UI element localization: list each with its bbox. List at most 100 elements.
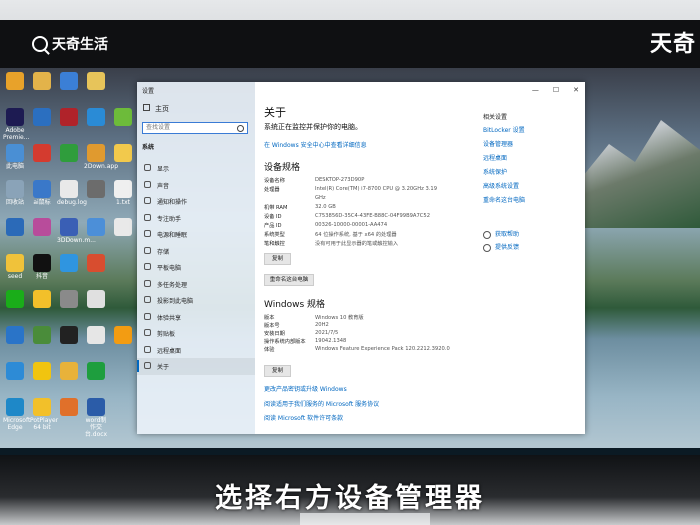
license-terms-link[interactable]: 阅读 Microsoft 软件许可条款 [264, 413, 343, 422]
about-page: — ☐ ✕ 关于 系统正在监控并保护你的电脑。 在 Windows 安全中心中查… [255, 82, 585, 434]
settings-search-input[interactable]: 查找设置 [142, 122, 248, 134]
desktop-icon-graphic [60, 218, 78, 236]
desktop-icon[interactable] [111, 108, 135, 127]
nav-item[interactable]: 平板电脑 [137, 259, 255, 276]
desktop-icon[interactable] [57, 326, 81, 345]
nav-home[interactable]: 主页 [155, 104, 169, 114]
remote-desktop-link[interactable]: 远程桌面 [483, 153, 507, 162]
rename-pc-link[interactable]: 重命名这台电脑 [483, 195, 525, 204]
desktop-icon[interactable]: 抖音 [30, 254, 54, 280]
spec-value: 64 位操作系统, 基于 x64 的处理器 [315, 232, 397, 238]
desktop-icon[interactable] [84, 218, 108, 237]
desktop-icon[interactable]: 3DDown.m... [57, 218, 96, 244]
desktop-icon[interactable]: 此电脑 [3, 144, 27, 170]
nav-item[interactable]: 显示 [137, 160, 255, 177]
rename-pc-button[interactable]: 重命名这台电脑 [264, 274, 314, 286]
desktop-icon[interactable] [111, 218, 135, 237]
advanced-system-settings-link[interactable]: 高级系统设置 [483, 181, 519, 190]
desktop-icon[interactable] [30, 218, 54, 237]
desktop-icon-graphic [114, 108, 132, 126]
desktop-icon[interactable]: Adobe Premie... [3, 108, 29, 141]
desktop-icon[interactable] [84, 180, 108, 199]
desktop-icon[interactable] [84, 326, 108, 345]
desktop-icon[interactable] [30, 108, 54, 127]
desktop-icon[interactable] [57, 254, 81, 273]
desktop-icon[interactable] [84, 72, 108, 91]
desktop-icon[interactable]: seed [3, 254, 27, 280]
desktop-icon[interactable]: PotPlayer 64 bit [30, 398, 59, 431]
desktop-icon[interactable] [57, 290, 81, 309]
desktop-icon-label: 此电脑 [5, 163, 24, 170]
nav-item[interactable]: 专注助手 [137, 210, 255, 227]
nav-item[interactable]: 通知和操作 [137, 193, 255, 210]
search-placeholder: 查找设置 [146, 124, 171, 131]
close-button[interactable]: ✕ [573, 86, 579, 94]
desktop-icon[interactable] [57, 72, 81, 91]
desktop-icon-label: PotPlayer 64 bit [30, 417, 59, 431]
change-product-key-link[interactable]: 更改产品密钥或升级 Windows [264, 384, 347, 393]
copy-device-specs-button[interactable]: 复制 [264, 253, 291, 265]
device-manager-link[interactable]: 设备管理器 [483, 139, 513, 148]
desktop-icon[interactable] [111, 326, 135, 345]
spec-key: 系统类型 [264, 232, 285, 238]
nav-item[interactable]: 声音 [137, 177, 255, 194]
spec-value: 没有可用于此显示器的笔或触控输入 [315, 241, 399, 247]
minimize-button[interactable]: — [532, 86, 539, 94]
desktop-icon-grid: Adobe Premie... 此电脑 2Down.app 回收站 ai鼠标 debug.… [0, 68, 140, 455]
desktop-icon[interactable] [57, 398, 81, 417]
desktop-icon[interactable] [30, 326, 54, 345]
nav-item[interactable]: 投影到此电脑 [137, 292, 255, 309]
desktop-icon[interactable] [111, 144, 135, 163]
taskbar[interactable] [0, 448, 700, 455]
nav-item[interactable]: 剪贴板 [137, 325, 255, 342]
desktop-icon[interactable] [84, 290, 108, 309]
windows-specs-heading: Windows 规格 [264, 300, 326, 310]
desktop-icon[interactable] [30, 144, 54, 163]
remote-desktop-icon [144, 345, 151, 353]
give-feedback-link[interactable]: 提供反馈 [483, 242, 519, 252]
nav-item[interactable]: 体验共享 [137, 309, 255, 326]
desktop-icon[interactable] [3, 72, 27, 91]
copy-windows-specs-button[interactable]: 复制 [264, 365, 291, 377]
spec-key: 处理器 [264, 187, 280, 193]
maximize-button[interactable]: ☐ [553, 86, 559, 94]
desktop-icon-graphic [6, 218, 24, 236]
desktop-icon-graphic [60, 326, 78, 344]
page-title: 关于 [264, 106, 286, 119]
desktop-icon[interactable] [84, 108, 108, 127]
desktop-icon[interactable]: ai鼠标 [30, 180, 54, 206]
desktop-icon[interactable] [3, 290, 27, 309]
nav-item[interactable]: 电源和睡眠 [137, 226, 255, 243]
spec-key: 安装日期 [264, 331, 285, 337]
search-icon [237, 125, 244, 132]
nav-item[interactable]: 多任务处理 [137, 276, 255, 293]
bitlocker-settings-link[interactable]: BitLocker 设置 [483, 125, 525, 134]
desktop-icon[interactable]: 回收站 [3, 180, 27, 206]
desktop-icon[interactable] [3, 362, 27, 381]
desktop-icon[interactable]: 2Down.app [84, 144, 118, 170]
desktop-icon[interactable] [30, 290, 54, 309]
nav-item[interactable]: 存储 [137, 243, 255, 260]
security-center-link[interactable]: 在 Windows 安全中心中查看详细信息 [264, 140, 367, 149]
desktop-icon[interactable]: word制作交台.docx [84, 398, 108, 438]
desktop-icon[interactable] [30, 72, 54, 91]
system-protection-link[interactable]: 系统保护 [483, 167, 507, 176]
desktop-icon[interactable] [84, 254, 108, 273]
nav-item[interactable]: 远程桌面 [137, 342, 255, 359]
get-help-link[interactable]: 获取帮助 [483, 229, 519, 239]
desktop-icon-graphic [33, 398, 51, 416]
spec-value: 32.0 GB [315, 204, 336, 210]
desktop-icon[interactable] [3, 218, 27, 237]
desktop-icon[interactable] [57, 362, 81, 381]
desktop-icon[interactable] [84, 362, 108, 381]
desktop-icon[interactable]: 1.txt [111, 180, 135, 206]
desktop-icon[interactable] [57, 144, 81, 163]
desktop-icon[interactable]: debug.log [57, 180, 87, 206]
desktop-icon[interactable] [30, 362, 54, 381]
desktop-icon[interactable]: Microsoft Edge [3, 398, 30, 431]
nav-item[interactable]: 关于 [137, 358, 255, 375]
desktop-icon[interactable] [3, 326, 27, 345]
desktop-icon[interactable] [57, 108, 81, 127]
services-agreement-link[interactable]: 阅读适用于我们服务的 Microsoft 服务协议 [264, 399, 379, 408]
nav-list: 显示 声音 通知和操作 专注助手 电源和睡眠 存储 平板电脑 多任务处理 投影到此电脑 体验共享剪… [137, 160, 255, 375]
